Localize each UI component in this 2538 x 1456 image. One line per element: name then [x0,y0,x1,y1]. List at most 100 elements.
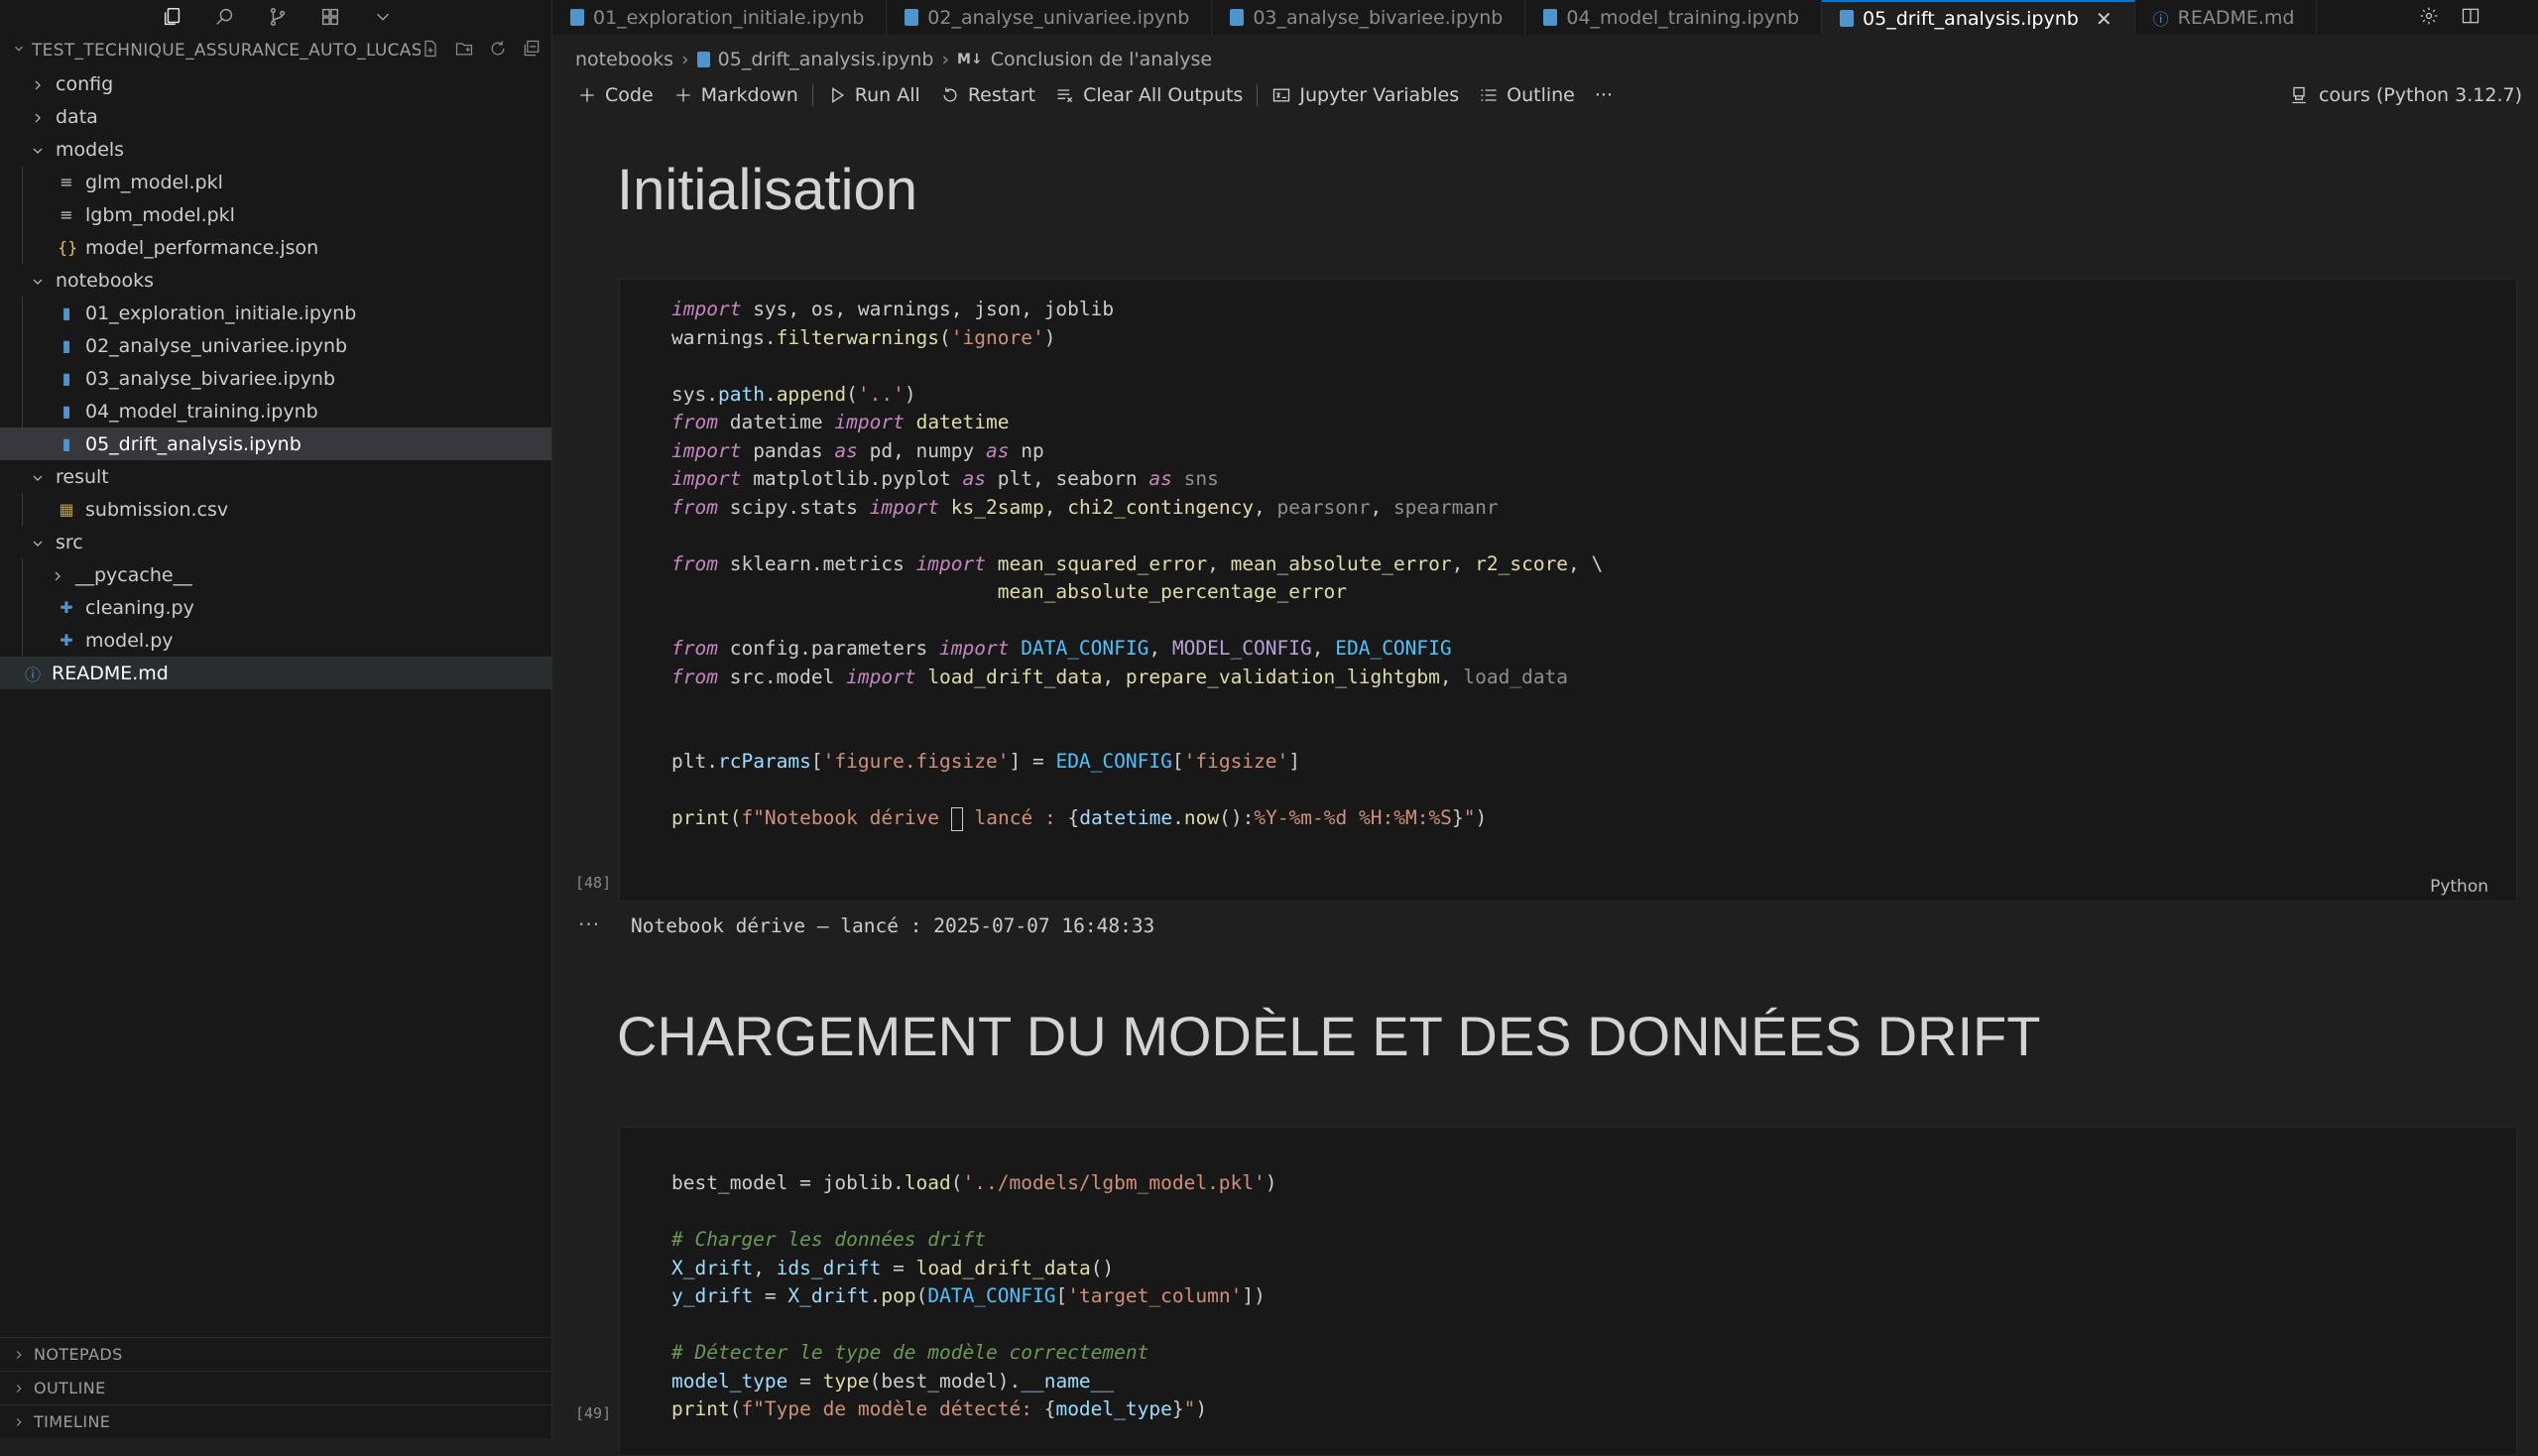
tree-item-label: src [56,531,83,553]
more-actions-button[interactable]: ··· [1585,84,1623,106]
notebook-icon [570,9,584,26]
tab-02-analyse-univariee-ipynb[interactable]: 02_analyse_univariee.ipynb [887,0,1213,35]
notepads-panel[interactable]: NOTEPADS [0,1337,551,1371]
tree-item-02-analyse-univariee-ipynb[interactable]: ▮ 02_analyse_univariee.ipynb [0,329,551,362]
tree-item-config[interactable]: config [0,67,551,100]
search-icon[interactable] [211,3,239,31]
markdown-heading-chargement: CHARGEMENT DU MODÈLE ET DES DONNÉES DRIF… [617,1005,2041,1067]
kernel-picker[interactable]: cours (Python 3.12.7) [2289,79,2522,111]
close-icon[interactable]: ✕ [2096,7,2113,31]
tree-item-models[interactable]: models [0,133,551,166]
split-editor-icon[interactable] [2461,6,2480,30]
source-control-icon[interactable] [264,3,292,31]
indent-guide [22,624,23,657]
tree-item-04-model-training-ipynb[interactable]: ▮ 04_model_training.ipynb [0,395,551,427]
tab-05-drift-analysis-ipynb[interactable]: 05_drift_analysis.ipynb ✕ [1822,0,2135,35]
tree-item-label: model.py [85,629,174,652]
clear-outputs-button[interactable]: Clear All Outputs [1045,84,1253,106]
indent-guide [22,362,23,395]
tab-04-model-training-ipynb[interactable]: 04_model_training.ipynb [1525,0,1823,35]
extensions-icon[interactable] [316,3,344,31]
output-menu-button[interactable]: ··· [578,912,600,936]
tree-item-src[interactable]: src [0,526,551,558]
tab-readme-md[interactable]: ⓘ README.md [2135,0,2318,35]
indent-guide [22,198,23,231]
tree-item-lgbm-model-pkl[interactable]: ≡ lgbm_model.pkl [0,198,551,231]
tree-item-label: config [56,72,114,95]
tree-item-label: 05_drift_analysis.ipynb [85,432,302,455]
tree-item-result[interactable]: result [0,460,551,493]
add-code-cell-button[interactable]: Code [567,84,664,106]
breadcrumb-notebooks[interactable]: notebooks [575,49,673,70]
tree-item-label: notebooks [56,269,155,292]
tree-item-model-performance-json[interactable]: {} model_performance.json [0,231,551,264]
code-editor[interactable]: import sys, os, warnings, json, joblib w… [620,280,2516,833]
indent-guide [22,329,23,362]
notebook-icon [1230,9,1245,26]
outline-panel[interactable]: OUTLINE [0,1371,551,1404]
plus-icon [580,88,594,102]
tree-item-01-exploration-initiale-ipynb[interactable]: ▮ 01_exploration_initiale.ipynb [0,297,551,329]
tree-item-label: cleaning.py [85,596,194,619]
jupyter-variables-button[interactable]: Jupyter Variables [1262,84,1469,106]
tree-item-cleaning-py[interactable]: ✚ cleaning.py [0,591,551,624]
tree-item-data[interactable]: data [0,100,551,133]
notebook-icon: ▮ [61,336,71,355]
indent-guide [22,231,23,264]
collapse-all-icon[interactable] [522,39,542,63]
new-folder-icon[interactable] [454,39,474,63]
chevron-right-icon: › [941,49,950,70]
notebook-icon [1840,10,1855,27]
code-cell-48[interactable]: import sys, os, warnings, json, joblib w… [619,279,2517,902]
tree-item-submission-csv[interactable]: ▦ submission.csv [0,493,551,526]
notebook-icon [1543,9,1558,26]
chevron-right-icon [16,1350,22,1359]
notebook-icon: ▮ [61,402,71,421]
code-editor[interactable]: best_model = joblib.load('../models/lgbm… [620,1128,2516,1424]
refresh-icon[interactable] [488,39,508,63]
tab-label: 04_model_training.ipynb [1566,6,1800,29]
breadcrumb-section[interactable]: Conclusion de l'analyse [991,49,1212,70]
chevron-down-icon [30,535,46,550]
tab-03-analyse-bivariee-ipynb[interactable]: 03_analyse_bivariee.ipynb [1212,0,1526,35]
gear-icon[interactable] [2419,6,2439,30]
explorer-icon[interactable] [159,3,186,31]
play-icon [831,87,844,103]
code-cell-49[interactable]: best_model = joblib.load('../models/lgbm… [619,1127,2517,1456]
tree-item-model-py[interactable]: ✚ model.py [0,624,551,657]
tree-item-glm-model-pkl[interactable]: ≡ glm_model.pkl [0,166,551,198]
tree-item-label: 01_exploration_initiale.ipynb [85,302,357,324]
tree-item-03-analyse-bivariee-ipynb[interactable]: ▮ 03_analyse_bivariee.ipynb [0,362,551,395]
tree-item-label: glm_model.pkl [85,171,223,193]
breadcrumb-file[interactable]: 05_drift_analysis.ipynb [718,49,934,70]
indent-guide [22,427,23,460]
restart-button[interactable]: Restart [930,84,1045,106]
tree-item-notebooks[interactable]: notebooks [0,264,551,297]
sidebar: TEST_TECHNIQUE_ASSURANCE_AUTO_LUCAS... c… [0,0,552,1438]
tree-item-label: result [56,465,109,488]
new-file-icon[interactable] [421,39,440,63]
tab-label: 01_exploration_initiale.ipynb [593,6,865,29]
add-markdown-cell-button[interactable]: Markdown [664,84,808,106]
plus-icon [675,88,690,102]
tab-01-exploration-initiale-ipynb[interactable]: 01_exploration_initiale.ipynb [552,0,888,35]
chevron-down-icon[interactable] [12,41,26,61]
python-icon: ✚ [60,631,73,650]
chevron-down-icon [30,273,46,289]
notebook-icon: ▮ [61,434,71,453]
tree-item-pycache[interactable]: __pycache__ [0,558,551,591]
run-all-button[interactable]: Run All [817,84,930,106]
execution-count: [48] [575,874,612,892]
tree-item-label: data [56,105,98,128]
notebook-icon: ▮ [61,303,71,322]
tree-item-readme-md[interactable]: ⓘ README.md [0,657,551,689]
outline-button[interactable]: Outline [1469,84,1585,106]
timeline-panel[interactable]: TIMELINE [0,1404,551,1438]
json-icon: {} [58,238,78,257]
tree-item-label: __pycache__ [75,563,192,586]
variables-icon [1273,88,1290,102]
tree-item-05-drift-analysis-ipynb[interactable]: ▮ 05_drift_analysis.ipynb [0,427,551,460]
cell-language[interactable]: Python [2430,877,2488,897]
chevron-down-icon [30,142,46,158]
chevron-down-icon[interactable] [369,3,397,31]
